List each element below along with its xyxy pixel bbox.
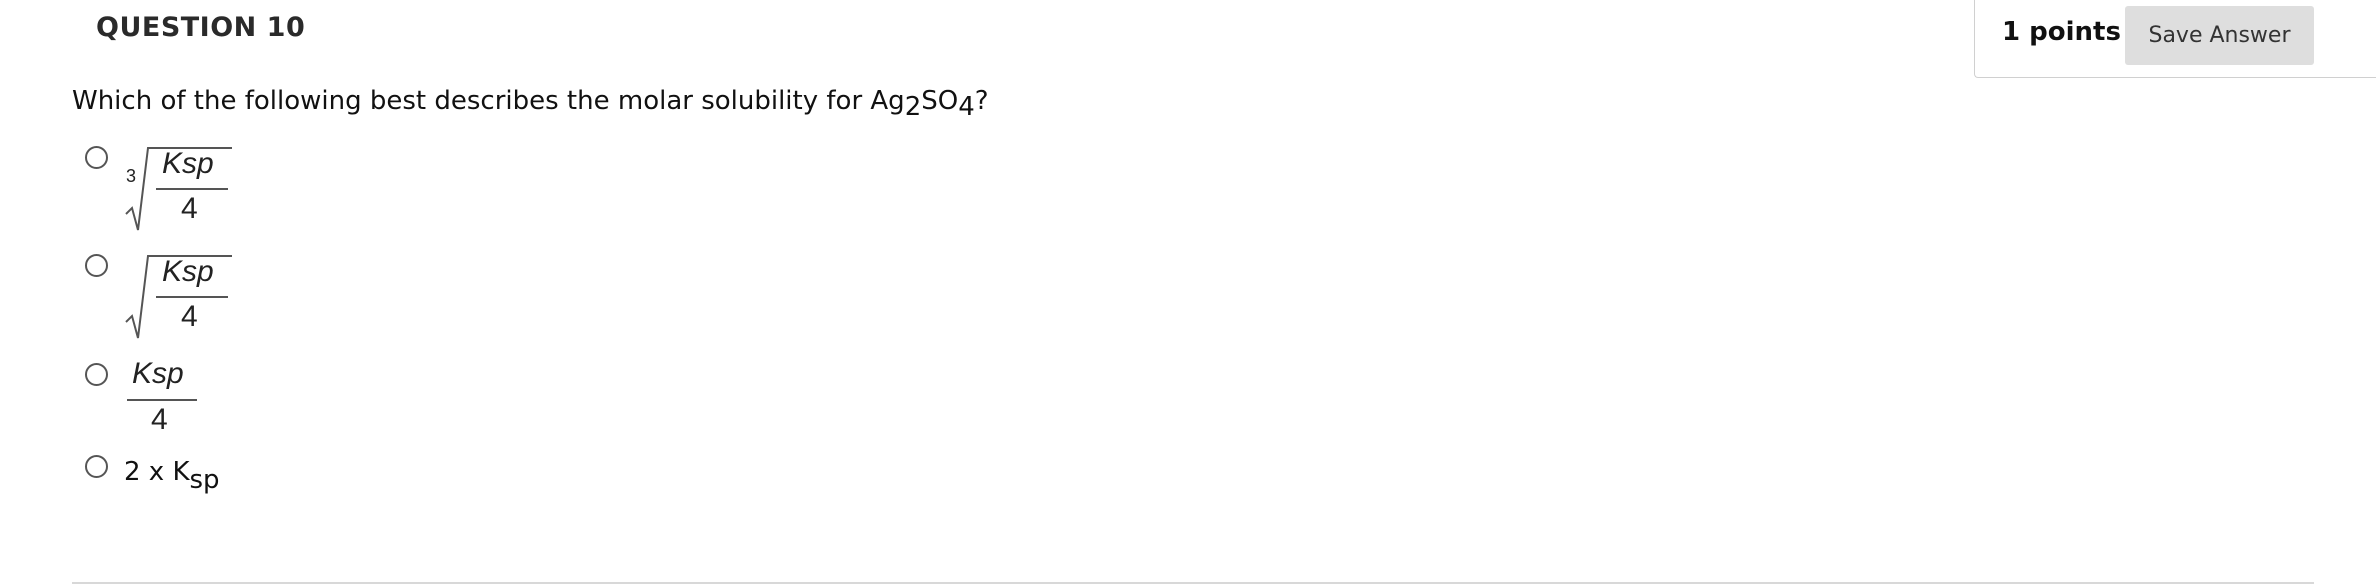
question-text-part: Which of the following best describes th…: [72, 86, 905, 116]
save-answer-button[interactable]: Save Answer: [2125, 6, 2314, 65]
option-3-expression: Ksp 4: [124, 355, 204, 445]
fraction-numerator: Ksp: [162, 255, 214, 288]
option-4-text: 2 x K: [124, 457, 190, 487]
question-text-part: SO: [921, 86, 959, 116]
option-1-radio[interactable]: [85, 146, 108, 169]
points-label: 1 points: [2002, 17, 2121, 47]
option-4-radio[interactable]: [85, 455, 108, 478]
fraction-numerator: Ksp: [162, 147, 214, 180]
option-2-radio[interactable]: [85, 254, 108, 277]
fraction-denominator: 4: [181, 192, 198, 225]
option-4-label: 2 x Ksp: [124, 457, 220, 493]
question-subscript: 2: [904, 92, 922, 122]
option-1-expression: 3 Ksp 4: [124, 140, 234, 235]
fraction-denominator: 4: [151, 403, 168, 436]
fraction-bar: [156, 188, 228, 190]
option-3-radio[interactable]: [85, 363, 108, 386]
question-text-part: ?: [974, 86, 989, 116]
question-title: QUESTION 10: [96, 12, 306, 43]
option-2-expression: Ksp 4: [124, 248, 234, 343]
question-subscript: 4: [958, 92, 975, 122]
option-4-subscript: sp: [189, 465, 220, 495]
fraction-numerator: Ksp: [132, 357, 184, 390]
question-text: Which of the following best describes th…: [72, 86, 989, 120]
fraction-bar: [127, 399, 197, 401]
question-divider: [72, 582, 2314, 584]
fraction-bar: [156, 296, 228, 298]
fraction-denominator: 4: [181, 300, 198, 333]
